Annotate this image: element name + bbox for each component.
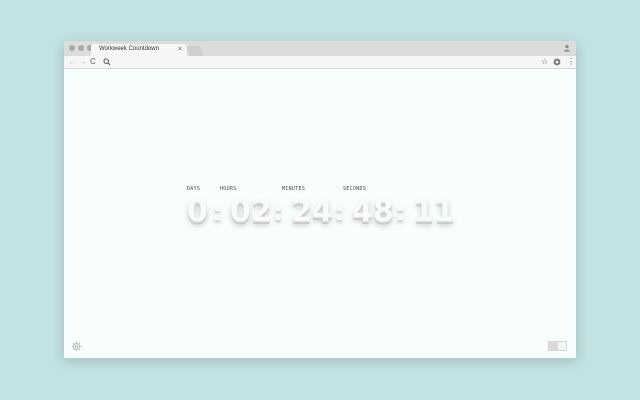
reload-icon[interactable]: C: [90, 57, 96, 67]
seconds-label: SECONDS: [343, 186, 367, 192]
hours-label: HOURS: [220, 186, 237, 192]
browser-toolbar: ← → C ☆ ⋮: [64, 56, 576, 69]
minutes-label: MINUTES: [282, 186, 306, 192]
theme-toggle[interactable]: [548, 341, 567, 351]
menu-icon[interactable]: ⋮: [567, 57, 575, 67]
separator: :: [212, 197, 223, 227]
tab-workweek-countdown[interactable]: Workweek Countdown ×: [91, 44, 187, 56]
hundredths-value: 11: [413, 194, 455, 229]
new-tab-button[interactable]: [186, 46, 204, 56]
toggle-knob: [549, 342, 558, 350]
extension-icon[interactable]: [553, 58, 561, 66]
profile-icon[interactable]: [563, 44, 571, 52]
tab-close-icon[interactable]: ×: [178, 45, 182, 54]
separator: :: [273, 197, 284, 227]
back-arrow-icon[interactable]: ←: [68, 57, 76, 67]
separator: :: [334, 197, 345, 227]
address-bar[interactable]: [100, 57, 546, 67]
minutes-value: 24: [291, 194, 333, 229]
search-icon: [103, 58, 111, 66]
forward-arrow-icon[interactable]: →: [79, 57, 87, 67]
separator: :: [395, 197, 406, 227]
hours-value: 02: [230, 194, 272, 229]
tab-title: Workweek Countdown: [99, 46, 159, 52]
seconds-value: 48: [352, 194, 394, 229]
close-window-button[interactable]: [69, 45, 75, 51]
gear-icon[interactable]: [71, 341, 82, 352]
days-label: DAYS: [187, 186, 201, 192]
bookmark-star-icon[interactable]: ☆: [541, 57, 548, 67]
title-bar: Workweek Countdown ×: [64, 41, 576, 56]
minimize-window-button[interactable]: [78, 45, 84, 51]
days-value: 0: [187, 194, 208, 229]
